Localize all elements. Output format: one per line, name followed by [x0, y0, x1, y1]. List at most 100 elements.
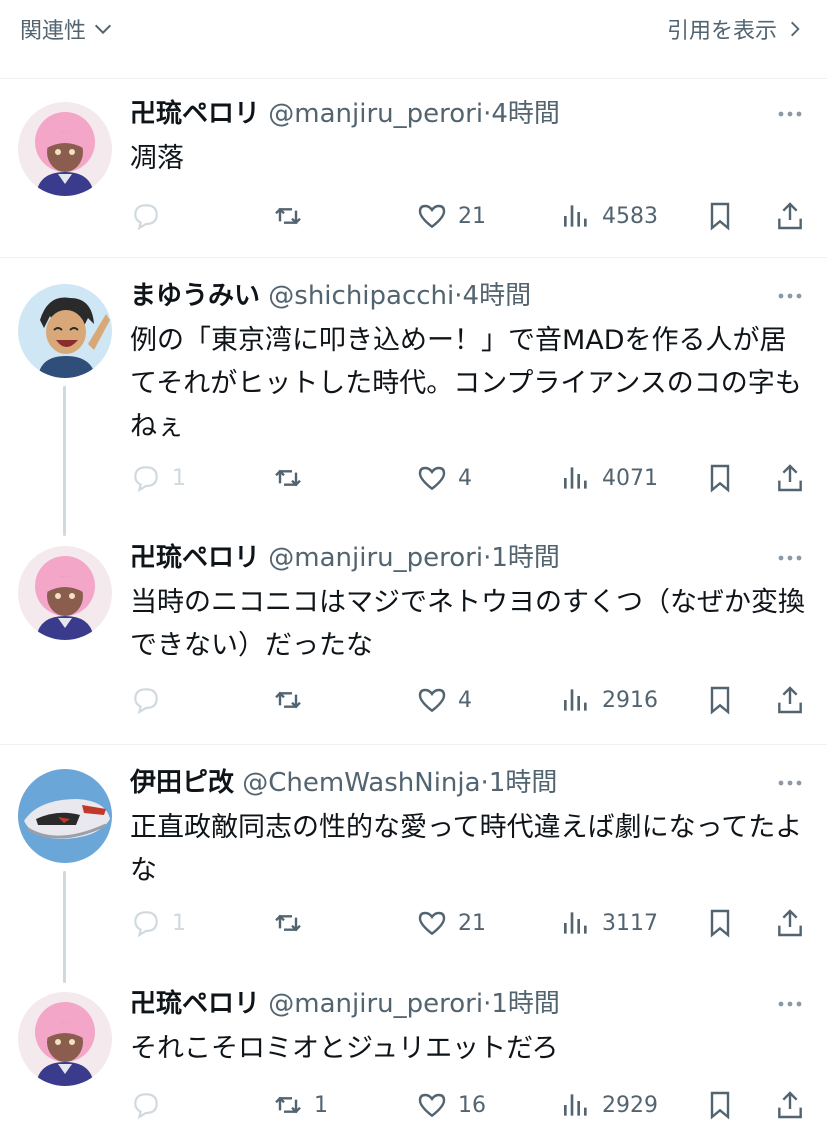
timestamp[interactable]: 4時間	[463, 281, 532, 311]
author-handle[interactable]: @manjiru_perori	[268, 543, 483, 573]
heart-icon	[418, 688, 446, 713]
timestamp[interactable]: 4時間	[491, 99, 560, 129]
more-options-button[interactable]	[773, 766, 807, 800]
retweet-button[interactable]	[272, 196, 314, 236]
tweet-4[interactable]: 伊田ピ改 @ChemWashNinja·1時間 正直政敵同志の性的な愛って時代違…	[0, 745, 827, 983]
reply-icon	[134, 688, 158, 715]
views-button[interactable]: 3117	[560, 903, 658, 943]
timestamp[interactable]: 1時間	[491, 543, 560, 573]
tweet-5[interactable]: 卍琉ペロリ @manjiru_perori·1時間 それこそロミオとジュリエット…	[0, 970, 827, 1142]
timestamp[interactable]: 1時間	[489, 768, 558, 798]
reply-icon	[134, 911, 158, 938]
avatar[interactable]	[18, 102, 112, 196]
reply-button[interactable]	[130, 196, 172, 236]
views-chart-icon	[564, 467, 587, 489]
share-button[interactable]	[774, 458, 806, 498]
author-handle[interactable]: @ChemWashNinja	[242, 768, 480, 798]
like-button[interactable]: 4	[416, 458, 472, 498]
avatar[interactable]	[18, 284, 112, 378]
pink-hair-avatar-image	[18, 992, 112, 1086]
reply-button[interactable]	[130, 680, 172, 720]
retweet-icon	[275, 469, 301, 487]
share-icon	[778, 909, 802, 937]
author-name[interactable]: 伊田ピ改	[130, 768, 234, 798]
pink-hair-avatar-image	[18, 546, 112, 640]
separator-dot: ·	[480, 768, 489, 798]
heart-icon	[418, 911, 446, 936]
view-quotes-label: 引用を表示	[666, 19, 777, 44]
like-button[interactable]: 21	[416, 903, 486, 943]
bookmark-button[interactable]	[704, 903, 736, 943]
retweet-button[interactable]	[272, 903, 314, 943]
share-icon	[778, 464, 802, 492]
chevron-down-icon	[94, 24, 112, 35]
share-button[interactable]	[774, 1085, 806, 1125]
reply-button[interactable]	[130, 1085, 172, 1125]
bookmark-button[interactable]	[704, 196, 736, 236]
more-options-button[interactable]	[773, 279, 807, 313]
more-options-button[interactable]	[773, 97, 807, 131]
tweet-header: 卍琉ペロリ @manjiru_perori·1時間	[130, 541, 807, 575]
author-handle[interactable]: @manjiru_perori	[268, 989, 483, 1019]
views-button[interactable]: 4071	[560, 458, 658, 498]
bookmark-button[interactable]	[704, 1085, 736, 1125]
share-button[interactable]	[774, 196, 806, 236]
retweet-button[interactable]	[272, 680, 314, 720]
avatar[interactable]	[18, 546, 112, 640]
views-button[interactable]: 2916	[560, 680, 658, 720]
replies-header: 関連性 引用を表示	[0, 0, 827, 79]
tweet-text: それこそロミオとジュリエットだろ	[130, 1033, 559, 1064]
views-chart-icon	[564, 912, 587, 934]
view-count: 3117	[602, 910, 658, 936]
tweet-text: 凋落	[130, 143, 184, 174]
retweet-icon	[275, 914, 301, 932]
more-dots-icon	[778, 293, 802, 299]
reply-button[interactable]: 1	[130, 458, 186, 498]
author-name[interactable]: 卍琉ペロリ	[130, 543, 260, 573]
view-count: 4583	[602, 203, 658, 229]
sort-dropdown[interactable]: 関連性	[20, 13, 114, 45]
laughing-boy-avatar-image	[18, 284, 112, 378]
separator-dot: ·	[454, 281, 463, 311]
share-button[interactable]	[774, 903, 806, 943]
more-options-button[interactable]	[773, 541, 807, 575]
bookmark-button[interactable]	[704, 458, 736, 498]
pink-hair-avatar-image	[18, 102, 112, 196]
bookmark-button[interactable]	[704, 680, 736, 720]
more-dots-icon	[778, 1001, 802, 1007]
retweet-icon	[275, 207, 301, 225]
view-count: 2929	[602, 1092, 658, 1118]
reply-icon	[134, 204, 158, 231]
reply-count: 1	[172, 465, 186, 491]
avatar[interactable]	[18, 769, 112, 863]
more-options-button[interactable]	[773, 987, 807, 1021]
tweet-2[interactable]: まゆうみい @shichipacchi·4時間 例の「東京湾に叩き込めー！」で音…	[0, 258, 827, 536]
tweet-3[interactable]: 卍琉ペロリ @manjiru_perori·1時間 当時のニコニコはマジでネトウ…	[0, 520, 827, 745]
views-button[interactable]: 2929	[560, 1085, 658, 1125]
more-dots-icon	[778, 111, 802, 117]
avatar[interactable]	[18, 992, 112, 1086]
like-button[interactable]: 16	[416, 1085, 486, 1125]
more-dots-icon	[778, 780, 802, 786]
retweet-button[interactable]: 1	[272, 1085, 328, 1125]
author-name[interactable]: まゆうみい	[130, 281, 260, 311]
author-handle[interactable]: @shichipacchi	[268, 281, 454, 311]
author-name[interactable]: 卍琉ペロリ	[130, 99, 260, 129]
robot-face-avatar-image	[18, 769, 112, 863]
author-name[interactable]: 卍琉ペロリ	[130, 989, 260, 1019]
tweet-text: 当時のニコニコはマジでネトウヨのすくつ（なぜか変換できない）だったな	[130, 587, 805, 661]
view-quotes-link[interactable]: 引用を表示	[667, 13, 805, 45]
timestamp[interactable]: 1時間	[491, 989, 560, 1019]
bookmark-icon	[710, 909, 730, 938]
views-chart-icon	[564, 689, 587, 711]
tweet-1[interactable]: 卍琉ペロリ @manjiru_perori·4時間 凋落 21 4583	[0, 79, 827, 258]
like-button[interactable]: 21	[416, 196, 486, 236]
author-handle[interactable]: @manjiru_perori	[268, 99, 483, 129]
retweet-button[interactable]	[272, 458, 314, 498]
like-button[interactable]: 4	[416, 680, 472, 720]
chevron-right-icon	[791, 21, 800, 37]
views-button[interactable]: 4583	[560, 196, 658, 236]
share-button[interactable]	[774, 680, 806, 720]
reply-button[interactable]: 1	[130, 903, 186, 943]
bookmark-icon	[710, 1091, 730, 1120]
